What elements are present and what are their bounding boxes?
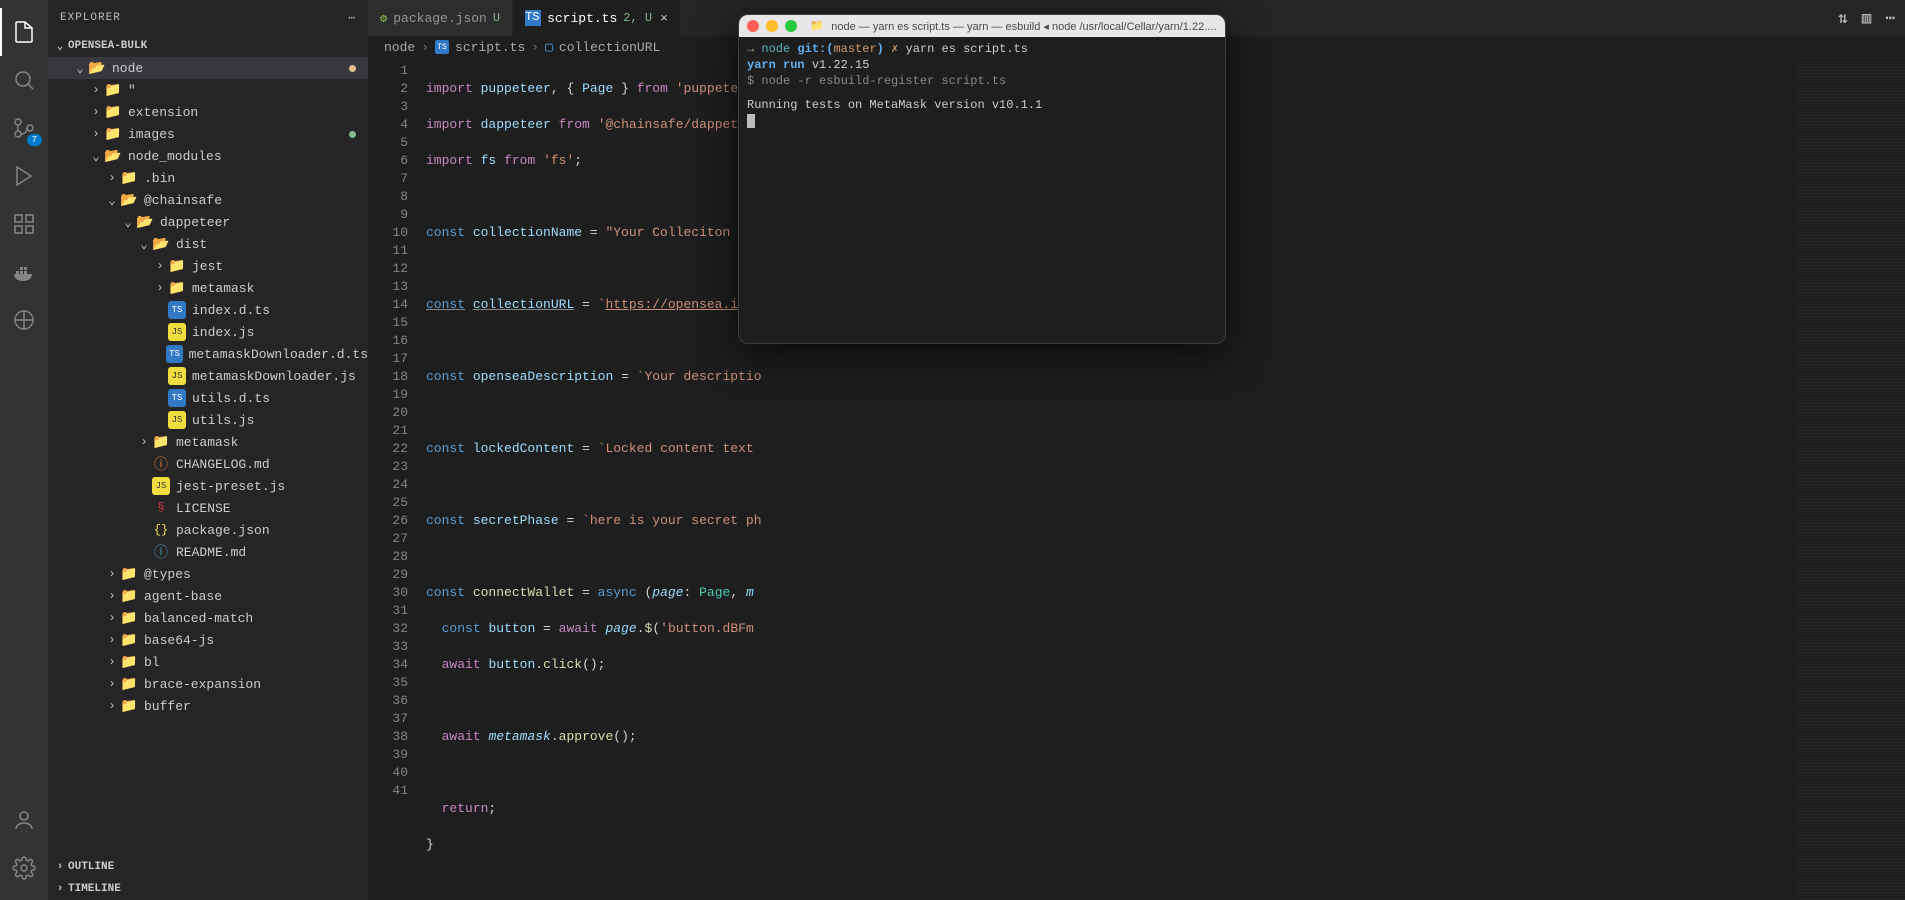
file-packagejson[interactable]: package.json: [48, 519, 368, 541]
tab-script[interactable]: script.ts 2, U ×: [513, 0, 681, 36]
outline-header[interactable]: ›OUTLINE: [48, 856, 368, 878]
source-control-icon[interactable]: 7: [0, 104, 48, 152]
settings-icon[interactable]: [0, 844, 48, 892]
gutter: 1234567891011121314151617181920212223242…: [368, 58, 426, 900]
terminal-titlebar[interactable]: 📁 node — yarn es script.ts — yarn — esbu…: [739, 15, 1225, 37]
search-icon[interactable]: [0, 56, 48, 104]
project-header[interactable]: ⌄ OPENSEA-BULK: [48, 35, 368, 57]
explorer-icon[interactable]: [0, 8, 48, 56]
file-indexjs[interactable]: index.js: [48, 321, 368, 343]
folder-extension[interactable]: ›extension: [48, 101, 368, 123]
docker-icon[interactable]: [0, 248, 48, 296]
file-license[interactable]: LICENSE: [48, 497, 368, 519]
activity-bar: 7: [0, 0, 48, 900]
max-light[interactable]: [785, 20, 797, 32]
minimap[interactable]: [1795, 58, 1905, 900]
folder-images[interactable]: ›images: [48, 123, 368, 145]
folder-bin[interactable]: ›.bin: [48, 167, 368, 189]
close-light[interactable]: [747, 20, 759, 32]
close-icon[interactable]: ×: [660, 11, 668, 26]
min-light[interactable]: [766, 20, 778, 32]
file-tree: ⌄node ›" ›extension ›images ⌄node_module…: [48, 57, 368, 856]
split-icon[interactable]: ▥: [1862, 8, 1872, 28]
folder-metamask[interactable]: ›metamask: [48, 277, 368, 299]
folder-metamask2[interactable]: ›metamask: [48, 431, 368, 453]
folder-icon: 📁: [810, 19, 824, 33]
debug-icon[interactable]: [0, 152, 48, 200]
more-icon[interactable]: ⋯: [348, 11, 356, 25]
folder-dist[interactable]: ⌄dist: [48, 233, 368, 255]
terminal-title: node — yarn es script.ts — yarn — esbuil…: [831, 20, 1217, 33]
compare-icon[interactable]: ⇅: [1838, 8, 1848, 28]
folder-jest[interactable]: ›jest: [48, 255, 368, 277]
folder-braceexp[interactable]: ›brace-expansion: [48, 673, 368, 695]
more-tab-icon[interactable]: ⋯: [1885, 8, 1895, 28]
terminal-body[interactable]: → node git:(master) ✗ yarn es script.ts …: [739, 37, 1225, 133]
file-mmdljs[interactable]: metamaskDownloader.js: [48, 365, 368, 387]
scm-badge: 7: [27, 134, 42, 146]
file-utilsjs[interactable]: utils.js: [48, 409, 368, 431]
file-utilsdts[interactable]: utils.d.ts: [48, 387, 368, 409]
folder-dappeteer[interactable]: ⌄dappeteer: [48, 211, 368, 233]
folder-base64js[interactable]: ›base64-js: [48, 629, 368, 651]
file-mmdldts[interactable]: metamaskDownloader.d.ts: [48, 343, 368, 365]
extensions-icon[interactable]: [0, 200, 48, 248]
folder-buffer[interactable]: ›buffer: [48, 695, 368, 717]
folder-node[interactable]: ⌄node: [48, 57, 368, 79]
account-icon[interactable]: [0, 796, 48, 844]
file-changelog[interactable]: CHANGELOG.md: [48, 453, 368, 475]
timeline-header[interactable]: ›TIMELINE: [48, 878, 368, 900]
remote-icon[interactable]: [0, 296, 48, 344]
terminal-window[interactable]: 📁 node — yarn es script.ts — yarn — esbu…: [738, 14, 1226, 344]
folder-balancedmatch[interactable]: ›balanced-match: [48, 607, 368, 629]
tab-packagejson[interactable]: ⚙ package.json U: [368, 0, 513, 36]
folder-bl[interactable]: ›bl: [48, 651, 368, 673]
terminal-cursor: [747, 114, 755, 128]
sidebar: EXPLORER ⋯ ⌄ OPENSEA-BULK ⌄node ›" ›exte…: [48, 0, 368, 900]
folder-node-modules[interactable]: ⌄node_modules: [48, 145, 368, 167]
file-readme[interactable]: README.md: [48, 541, 368, 563]
folder-types[interactable]: ›@types: [48, 563, 368, 585]
folder-agentbase[interactable]: ›agent-base: [48, 585, 368, 607]
explorer-title: EXPLORER: [60, 12, 121, 24]
file-jestpreset[interactable]: jest-preset.js: [48, 475, 368, 497]
file-indexdts[interactable]: index.d.ts: [48, 299, 368, 321]
folder-chainsafe[interactable]: ⌄@chainsafe: [48, 189, 368, 211]
folder-quote[interactable]: ›": [48, 79, 368, 101]
